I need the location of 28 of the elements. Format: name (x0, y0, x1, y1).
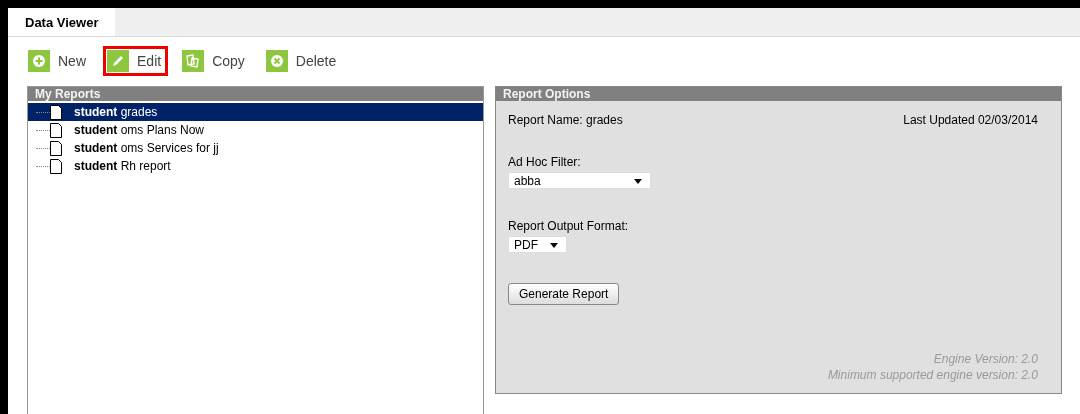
engine-version: Engine Version: 2.0 (933, 351, 1038, 367)
toolbar-button[interactable]: Edit (103, 46, 169, 76)
plus-icon (28, 50, 50, 72)
report-item[interactable]: student Rh report (28, 157, 483, 175)
toolbar-button[interactable]: New (24, 46, 93, 76)
pencil-icon (107, 50, 129, 72)
document-icon (50, 122, 62, 138)
last-updated: Last Updated 02/03/2014 (903, 113, 1038, 127)
generate-button[interactable]: Generate Report (508, 283, 620, 305)
engine-version: Minimum supported engine version: 2.0 (827, 367, 1038, 383)
field-label: Ad Hoc Filter: (508, 155, 582, 169)
report-item[interactable]: student grades (28, 103, 483, 121)
filter-dropdown[interactable]: abba (508, 172, 651, 189)
format-dropdown[interactable]: PDF (508, 236, 567, 253)
toolbar-button[interactable]: Copy (178, 46, 252, 76)
close-icon (265, 50, 288, 72)
pages-icon (182, 50, 205, 72)
panel-header: My Reports (28, 87, 483, 101)
document-icon (50, 104, 62, 120)
tab[interactable]: Data Viewer (8, 8, 116, 36)
report-item[interactable]: student oms Services for jj (28, 139, 483, 157)
report-name: Report Name: grades (508, 113, 623, 127)
document-icon (50, 158, 62, 174)
document-icon (50, 140, 62, 156)
report-item[interactable]: student oms Plans Now (28, 121, 483, 139)
field-label: Report Output Format: (508, 219, 630, 233)
toolbar-button[interactable]: Delete (261, 46, 344, 76)
panel-header: Report Options (496, 87, 1061, 101)
